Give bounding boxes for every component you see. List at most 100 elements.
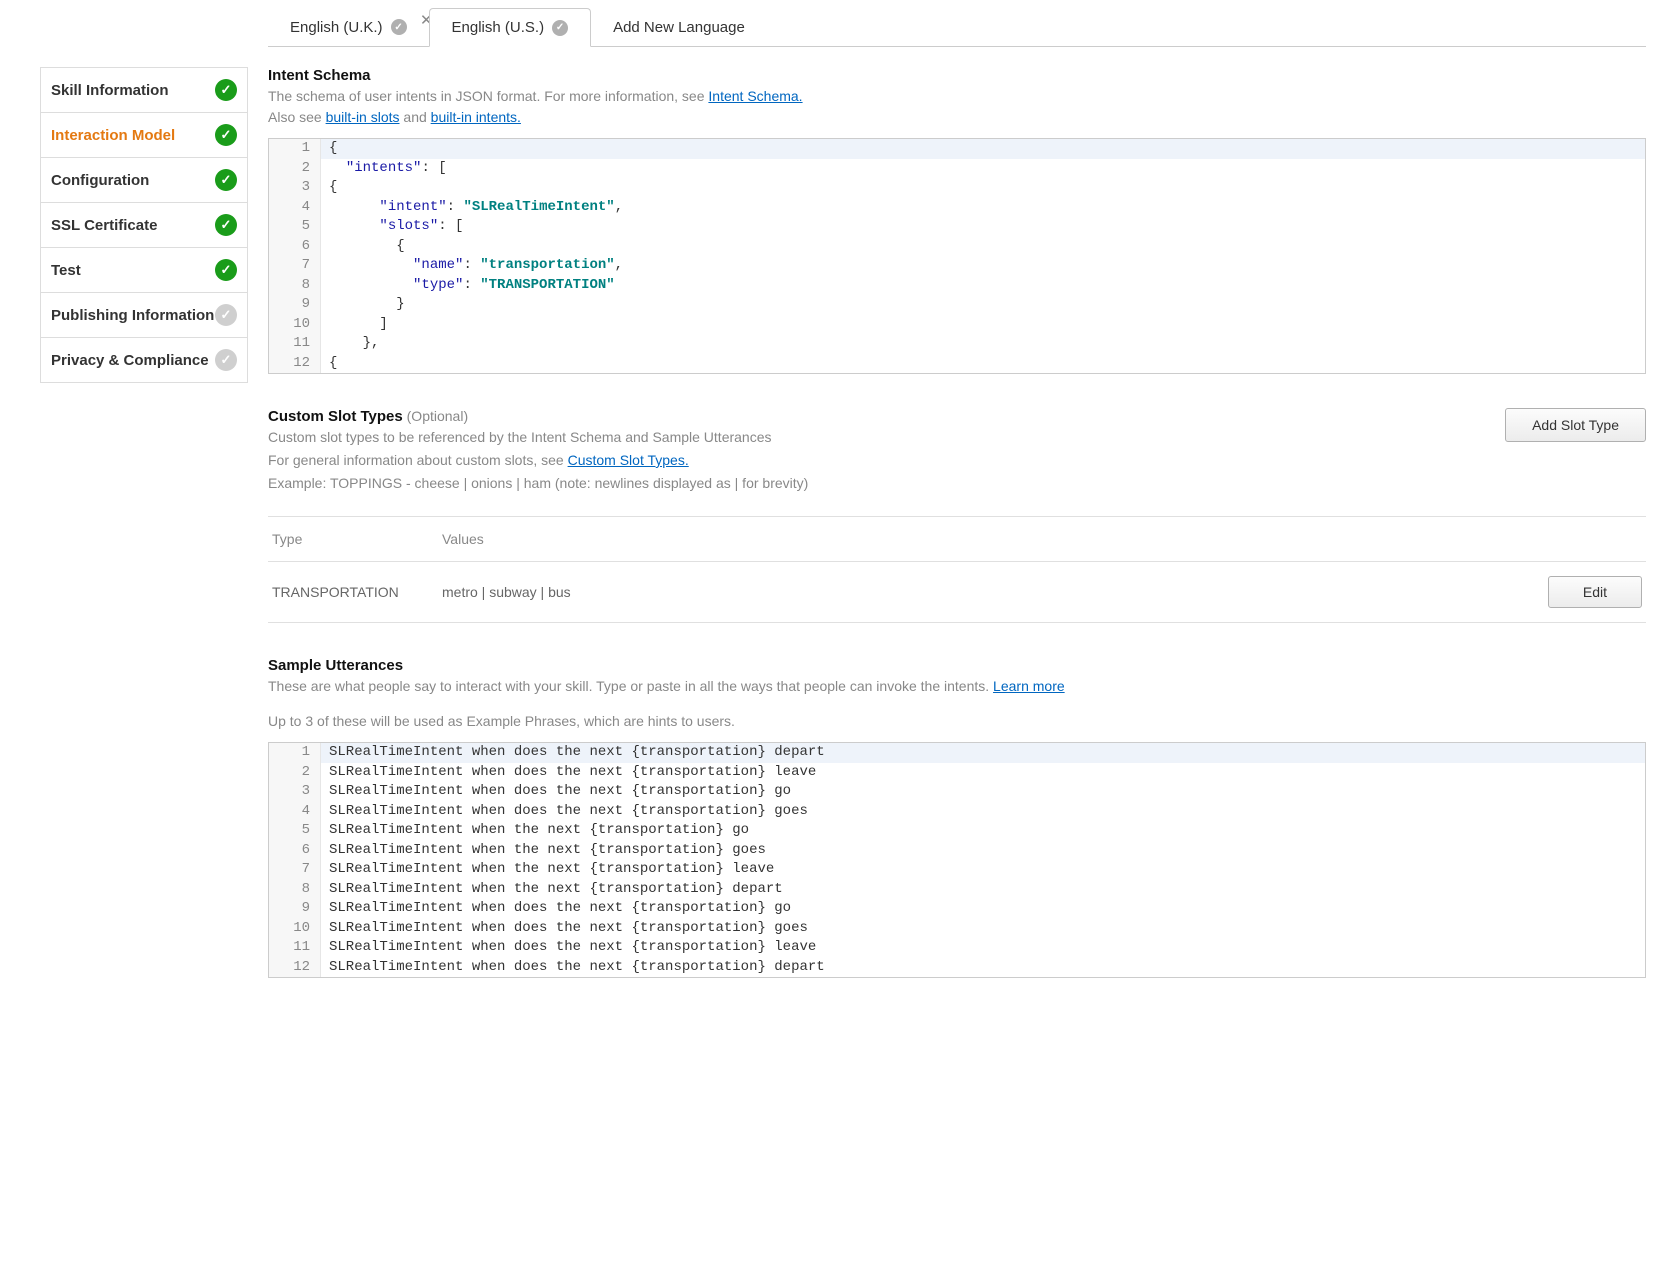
- sidebar-item[interactable]: SSL Certificate: [41, 203, 247, 248]
- code-row[interactable]: 9SLRealTimeIntent when does the next {tr…: [269, 899, 1645, 919]
- tab-label: English (U.K.): [290, 19, 383, 36]
- check-icon: [215, 124, 237, 146]
- code-line[interactable]: "name": "transportation",: [321, 256, 623, 276]
- line-number: 5: [269, 821, 321, 841]
- optional-label: (Optional): [407, 408, 468, 424]
- sidebar-item-label: Interaction Model: [51, 127, 175, 144]
- code-row[interactable]: 7 "name": "transportation",: [269, 256, 1645, 276]
- code-line[interactable]: SLRealTimeIntent when does the next {tra…: [321, 938, 816, 958]
- slot-table-header: Type Values: [268, 517, 1646, 562]
- sidebar-item-label: Publishing Information: [51, 307, 214, 324]
- code-row[interactable]: 6 {: [269, 237, 1645, 257]
- line-number: 11: [269, 938, 321, 958]
- sidebar-item-label: Configuration: [51, 172, 149, 189]
- code-row[interactable]: 6SLRealTimeIntent when the next {transpo…: [269, 841, 1645, 861]
- utterances-editor[interactable]: 1SLRealTimeIntent when does the next {tr…: [268, 742, 1646, 978]
- sidebar-item[interactable]: Test: [41, 248, 247, 293]
- utterances-learn-more-link[interactable]: Learn more: [993, 678, 1065, 694]
- sidebar-nav: Skill Information Interaction Model Config…: [40, 67, 248, 383]
- line-number: 8: [269, 276, 321, 296]
- code-line[interactable]: SLRealTimeIntent when does the next {tra…: [321, 743, 825, 763]
- line-number: 7: [269, 256, 321, 276]
- sidebar-item[interactable]: Skill Information: [41, 68, 247, 113]
- sidebar-item[interactable]: Configuration: [41, 158, 247, 203]
- code-line[interactable]: {: [321, 178, 337, 198]
- code-row[interactable]: 7SLRealTimeIntent when the next {transpo…: [269, 860, 1645, 880]
- code-row[interactable]: 4 "intent": "SLRealTimeIntent",: [269, 198, 1645, 218]
- builtin-slots-link[interactable]: built-in slots: [326, 109, 400, 125]
- tab-language[interactable]: English (U.K.)✕: [268, 9, 429, 46]
- code-line[interactable]: {: [321, 354, 337, 374]
- tab-label: Add New Language: [613, 19, 745, 36]
- code-row[interactable]: 10SLRealTimeIntent when does the next {t…: [269, 919, 1645, 939]
- col-head-values: Values: [442, 531, 1522, 547]
- code-row[interactable]: 12SLRealTimeIntent when does the next {t…: [269, 958, 1645, 978]
- sidebar-item[interactable]: Publishing Information: [41, 293, 247, 338]
- check-icon: [215, 214, 237, 236]
- slot-values-cell: metro | subway | bus: [442, 584, 1522, 600]
- code-line[interactable]: SLRealTimeIntent when does the next {tra…: [321, 802, 808, 822]
- code-line[interactable]: SLRealTimeIntent when does the next {tra…: [321, 782, 791, 802]
- code-row[interactable]: 11 },: [269, 334, 1645, 354]
- code-line[interactable]: {: [321, 139, 337, 159]
- line-number: 12: [269, 958, 321, 978]
- code-row[interactable]: 1SLRealTimeIntent when does the next {tr…: [269, 743, 1645, 763]
- line-number: 10: [269, 919, 321, 939]
- code-row[interactable]: 5 "slots": [: [269, 217, 1645, 237]
- code-line[interactable]: "intents": [: [321, 159, 447, 179]
- code-row[interactable]: 12{: [269, 354, 1645, 374]
- code-row[interactable]: 10 ]: [269, 315, 1645, 335]
- utterances-note: Up to 3 of these will be used as Example…: [268, 711, 1646, 732]
- sidebar-item-label: Skill Information: [51, 82, 169, 99]
- code-line[interactable]: SLRealTimeIntent when does the next {tra…: [321, 919, 808, 939]
- code-row[interactable]: 3{: [269, 178, 1645, 198]
- edit-slot-button[interactable]: Edit: [1548, 576, 1642, 608]
- code-row[interactable]: 3SLRealTimeIntent when does the next {tr…: [269, 782, 1645, 802]
- code-row[interactable]: 1{: [269, 139, 1645, 159]
- code-line[interactable]: SLRealTimeIntent when does the next {tra…: [321, 899, 791, 919]
- code-line[interactable]: "type": "TRANSPORTATION": [321, 276, 615, 296]
- tab-add-language[interactable]: Add New Language: [591, 9, 767, 46]
- intent-schema-link[interactable]: Intent Schema.: [708, 88, 802, 104]
- check-icon: [215, 169, 237, 191]
- builtin-intents-link[interactable]: built-in intents.: [431, 109, 521, 125]
- line-number: 8: [269, 880, 321, 900]
- sidebar-item[interactable]: Privacy & Compliance: [41, 338, 247, 382]
- code-line[interactable]: SLRealTimeIntent when the next {transpor…: [321, 880, 783, 900]
- line-number: 4: [269, 198, 321, 218]
- custom-slot-types-link[interactable]: Custom Slot Types.: [568, 452, 689, 468]
- code-row[interactable]: 8 "type": "TRANSPORTATION": [269, 276, 1645, 296]
- code-row[interactable]: 9 }: [269, 295, 1645, 315]
- code-row[interactable]: 11SLRealTimeIntent when does the next {t…: [269, 938, 1645, 958]
- line-number: 3: [269, 178, 321, 198]
- code-row[interactable]: 8SLRealTimeIntent when the next {transpo…: [269, 880, 1645, 900]
- code-line[interactable]: {: [321, 237, 405, 257]
- add-slot-type-button[interactable]: Add Slot Type: [1505, 408, 1646, 442]
- code-row[interactable]: 5SLRealTimeIntent when the next {transpo…: [269, 821, 1645, 841]
- check-icon: [215, 259, 237, 281]
- code-line[interactable]: "intent": "SLRealTimeIntent",: [321, 198, 623, 218]
- code-line[interactable]: },: [321, 334, 379, 354]
- line-number: 9: [269, 295, 321, 315]
- line-number: 11: [269, 334, 321, 354]
- line-number: 12: [269, 354, 321, 374]
- sidebar-item[interactable]: Interaction Model: [41, 113, 247, 158]
- check-icon: [215, 304, 237, 326]
- code-line[interactable]: ]: [321, 315, 388, 335]
- slot-table: Type Values TRANSPORTATIONmetro | subway…: [268, 516, 1646, 623]
- code-line[interactable]: SLRealTimeIntent when the next {transpor…: [321, 821, 749, 841]
- check-icon: [552, 20, 568, 36]
- line-number: 2: [269, 763, 321, 783]
- tab-language[interactable]: English (U.S.): [429, 8, 592, 47]
- code-line[interactable]: SLRealTimeIntent when the next {transpor…: [321, 841, 766, 861]
- code-line[interactable]: SLRealTimeIntent when does the next {tra…: [321, 763, 816, 783]
- code-row[interactable]: 2 "intents": [: [269, 159, 1645, 179]
- code-line[interactable]: }: [321, 295, 405, 315]
- code-line[interactable]: SLRealTimeIntent when does the next {tra…: [321, 958, 825, 978]
- code-line[interactable]: "slots": [: [321, 217, 463, 237]
- intent-schema-editor[interactable]: 1{2 "intents": [3{4 "intent": "SLRealTim…: [268, 138, 1646, 374]
- custom-slot-section: Custom Slot Types (Optional) Custom slot…: [268, 408, 1646, 623]
- code-row[interactable]: 2SLRealTimeIntent when does the next {tr…: [269, 763, 1645, 783]
- code-line[interactable]: SLRealTimeIntent when the next {transpor…: [321, 860, 774, 880]
- code-row[interactable]: 4SLRealTimeIntent when does the next {tr…: [269, 802, 1645, 822]
